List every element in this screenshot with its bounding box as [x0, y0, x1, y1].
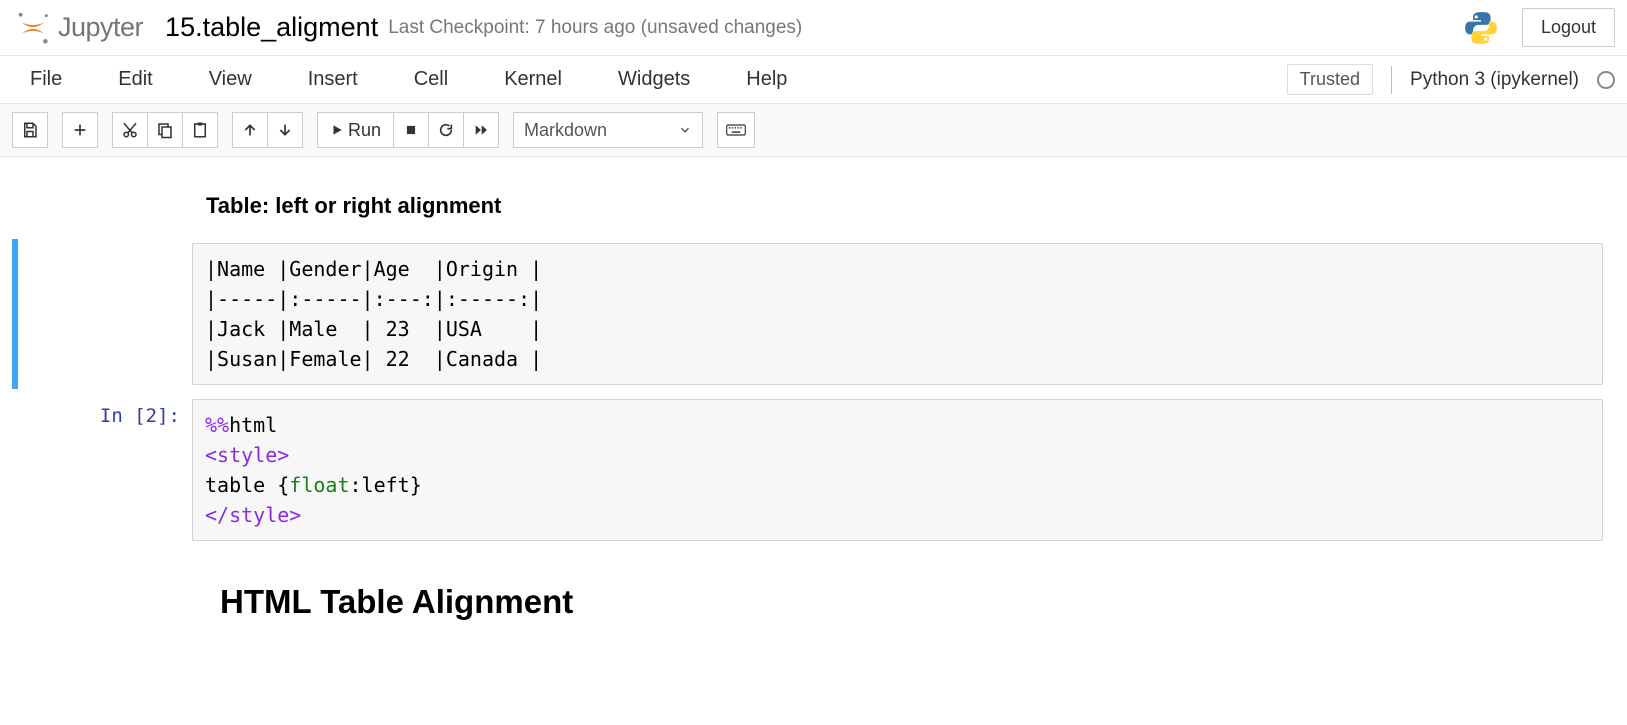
menu-kernel[interactable]: Kernel — [504, 58, 590, 101]
divider — [1391, 66, 1392, 94]
code-cell[interactable]: In [2]: %%html <style> table {float:left… — [12, 395, 1615, 545]
menu-insert[interactable]: Insert — [308, 58, 386, 101]
celltype-value: Markdown — [524, 120, 607, 141]
markdown-heading-cell[interactable]: Table: left or right alignment — [12, 183, 1615, 233]
restart-button[interactable] — [428, 112, 464, 148]
menu-file[interactable]: File — [30, 58, 90, 101]
insert-cell-button[interactable] — [62, 112, 98, 148]
prompt-empty — [18, 243, 192, 385]
menu-help[interactable]: Help — [746, 58, 815, 101]
arrow-down-icon — [277, 122, 293, 138]
toolbar: Run Markdown — [0, 104, 1627, 157]
notebook-name[interactable]: 15.table_aligment — [165, 12, 378, 43]
menu-cell[interactable]: Cell — [414, 58, 476, 101]
menu-view[interactable]: View — [209, 58, 280, 101]
code-editor[interactable]: %%html <style> table {float:left} </styl… — [192, 399, 1603, 541]
jupyter-logo[interactable]: Jupyter — [14, 9, 143, 47]
prompt-empty — [12, 555, 192, 621]
move-up-button[interactable] — [232, 112, 268, 148]
kernel-name[interactable]: Python 3 (ipykernel) — [1410, 69, 1579, 91]
logout-button[interactable]: Logout — [1522, 8, 1615, 47]
markdown-editor[interactable]: |Name |Gender|Age |Origin | |-----|:----… — [192, 243, 1603, 385]
stop-icon — [404, 123, 418, 137]
notebook-container: Table: left or right alignment |Name |Ge… — [0, 157, 1627, 671]
run-button[interactable]: Run — [317, 112, 394, 148]
prompt-empty — [12, 187, 192, 229]
fast-forward-icon — [473, 122, 489, 138]
chevron-down-icon — [678, 123, 692, 137]
notebook-header: Jupyter 15.table_aligment Last Checkpoin… — [0, 0, 1627, 56]
code-prompt: In [2]: — [12, 399, 192, 541]
python-icon — [1462, 9, 1500, 47]
checkpoint-status: Last Checkpoint: 7 hours ago (unsaved ch… — [388, 17, 802, 39]
copy-icon — [156, 121, 174, 139]
menubar: File Edit View Insert Cell Kernel Widget… — [0, 56, 1627, 104]
paste-icon — [191, 121, 209, 139]
menu-widgets[interactable]: Widgets — [618, 58, 718, 101]
kernel-status-icon — [1597, 71, 1615, 89]
save-icon — [21, 121, 39, 139]
markdown-source-cell[interactable]: |Name |Gender|Age |Origin | |-----|:----… — [12, 239, 1615, 389]
section-title: Table: left or right alignment — [206, 193, 1603, 219]
cut-button[interactable] — [112, 112, 148, 148]
trusted-indicator[interactable]: Trusted — [1287, 64, 1373, 95]
save-button[interactable] — [12, 112, 48, 148]
markdown-h1-cell[interactable]: HTML Table Alignment — [12, 551, 1615, 625]
run-label: Run — [348, 120, 381, 141]
arrow-up-icon — [242, 122, 258, 138]
paste-button[interactable] — [182, 112, 218, 148]
plus-icon — [72, 122, 88, 138]
celltype-select[interactable]: Markdown — [513, 112, 703, 148]
copy-button[interactable] — [147, 112, 183, 148]
jupyter-logo-text: Jupyter — [58, 12, 143, 43]
command-palette-button[interactable] — [717, 112, 755, 148]
cut-icon — [121, 121, 139, 139]
heading-h1: HTML Table Alignment — [220, 583, 1603, 621]
keyboard-icon — [726, 123, 746, 137]
menu-edit[interactable]: Edit — [118, 58, 180, 101]
jupyter-icon — [14, 9, 52, 47]
interrupt-button[interactable] — [393, 112, 429, 148]
play-icon — [330, 123, 344, 137]
restart-run-all-button[interactable] — [463, 112, 499, 148]
restart-icon — [438, 122, 454, 138]
move-down-button[interactable] — [267, 112, 303, 148]
